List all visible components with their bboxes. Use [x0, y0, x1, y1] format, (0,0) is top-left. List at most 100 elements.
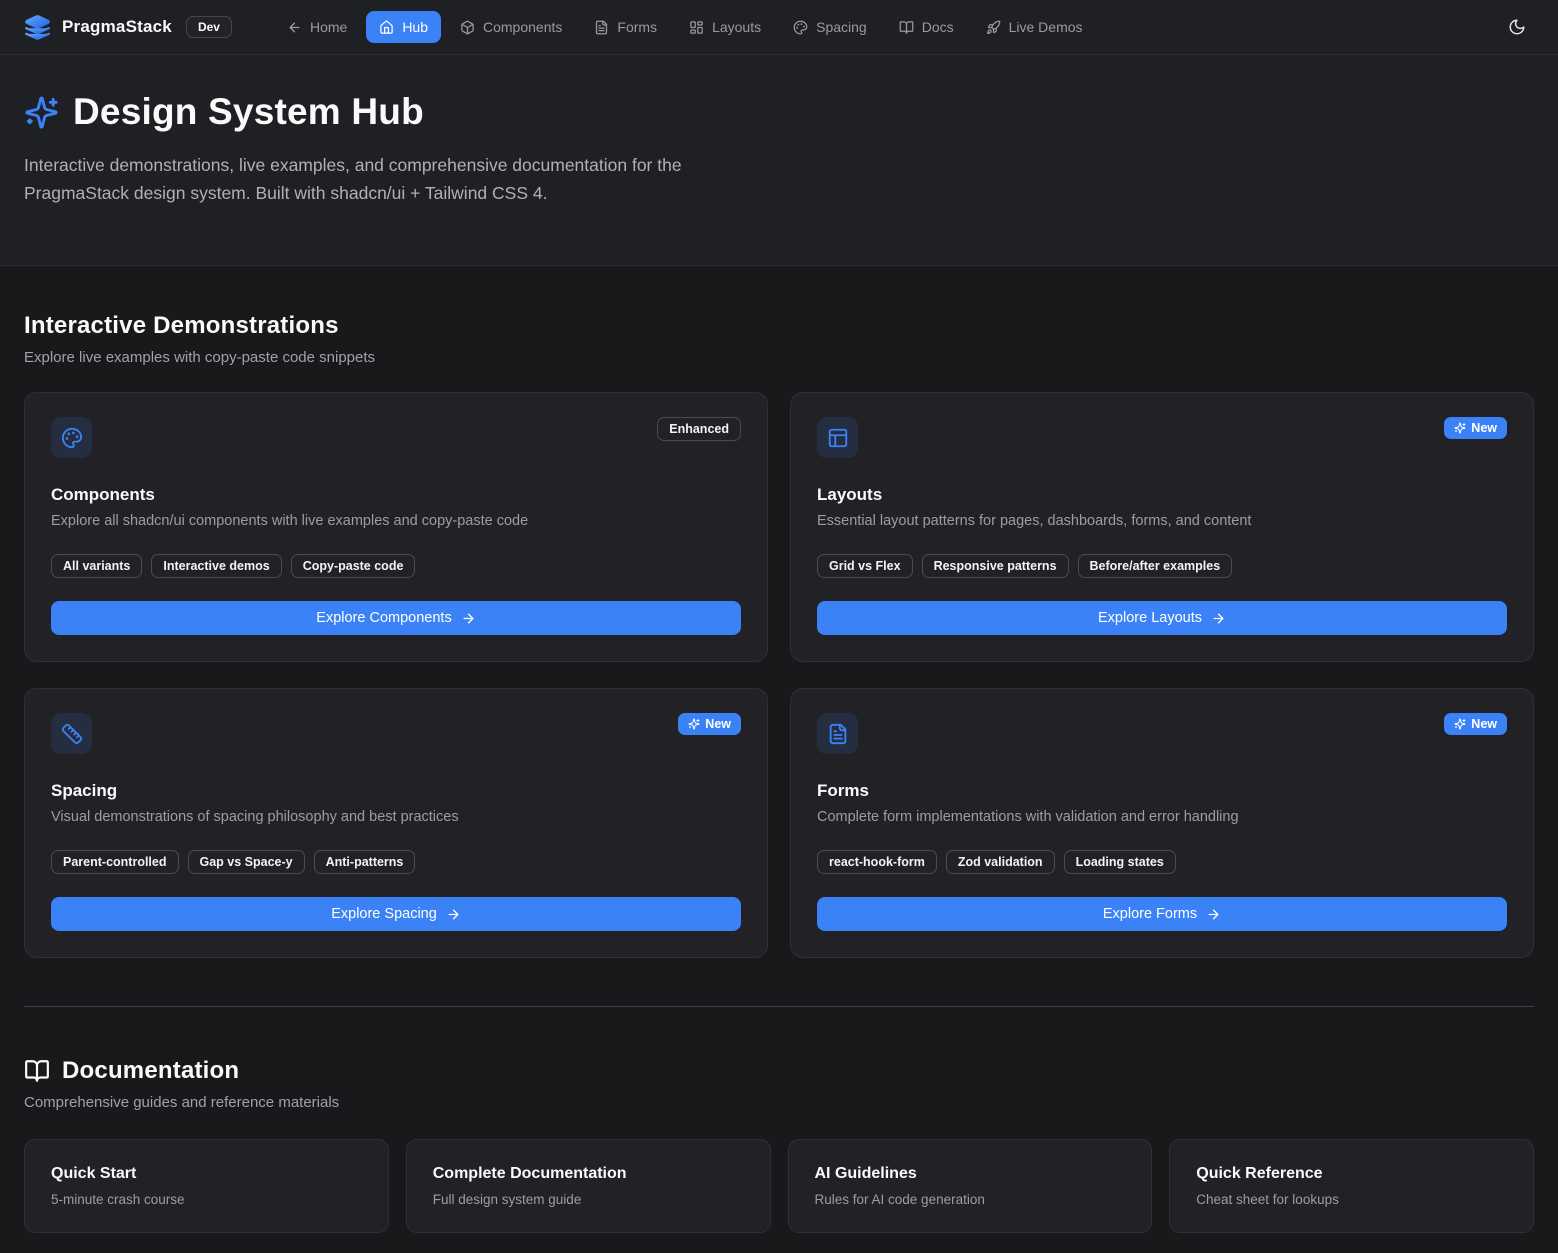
- page-title: Design System Hub: [73, 91, 424, 133]
- nav-item-hub[interactable]: Hub: [366, 11, 441, 43]
- arrow-right-icon: [446, 907, 461, 922]
- ruler-icon: [51, 713, 92, 754]
- card-title: Layouts: [817, 485, 1507, 505]
- brand-name: PragmaStack: [62, 17, 172, 37]
- theme-toggle-button[interactable]: [1500, 10, 1534, 44]
- button-label: Explore Forms: [1103, 906, 1197, 922]
- doc-card-quick-start[interactable]: Quick Start 5-minute crash course: [24, 1139, 389, 1233]
- badge-label: New: [705, 717, 731, 731]
- documentation-subheading: Comprehensive guides and reference mater…: [24, 1094, 1534, 1111]
- badge-label: New: [1471, 421, 1497, 435]
- tag-row: react-hook-form Zod validation Loading s…: [817, 850, 1507, 874]
- tag: Before/after examples: [1078, 554, 1233, 578]
- demo-card-components: Enhanced Components Explore all shadcn/u…: [24, 392, 768, 662]
- top-navbar: PragmaStack Dev Home Hub Components Form…: [0, 0, 1558, 55]
- doc-card-description: Full design system guide: [433, 1192, 744, 1207]
- doc-card-ai-guidelines[interactable]: AI Guidelines Rules for AI code generati…: [788, 1139, 1153, 1233]
- nav-label: Hub: [402, 19, 428, 35]
- doc-card-description: 5-minute crash course: [51, 1192, 362, 1207]
- hero-section: Design System Hub Interactive demonstrat…: [0, 55, 1558, 266]
- nav-label: Home: [310, 19, 347, 35]
- doc-card-title: Quick Start: [51, 1165, 362, 1183]
- new-badge: New: [1444, 417, 1507, 439]
- doc-card-grid: Quick Start 5-minute crash course Comple…: [24, 1139, 1534, 1253]
- arrow-right-icon: [461, 611, 476, 626]
- button-label: Explore Components: [316, 610, 451, 626]
- panels-top-left-icon: [817, 417, 858, 458]
- tag: Copy-paste code: [291, 554, 416, 578]
- env-badge: Dev: [186, 16, 232, 38]
- nav-label: Spacing: [816, 19, 867, 35]
- package-icon: [460, 20, 475, 35]
- explore-components-button[interactable]: Explore Components: [51, 601, 741, 635]
- doc-card-title: Complete Documentation: [433, 1165, 744, 1183]
- nav-label: Live Demos: [1009, 19, 1083, 35]
- sparkles-icon: [688, 718, 700, 730]
- page-description: Interactive demonstrations, live example…: [24, 151, 769, 207]
- arrow-right-icon: [1211, 611, 1226, 626]
- doc-card-description: Rules for AI code generation: [815, 1192, 1126, 1207]
- demo-card-grid: Enhanced Components Explore all shadcn/u…: [24, 392, 1534, 958]
- tag-row: Grid vs Flex Responsive patterns Before/…: [817, 554, 1507, 578]
- book-open-icon: [24, 1058, 50, 1084]
- card-title: Components: [51, 485, 741, 505]
- nav-item-components[interactable]: Components: [447, 11, 575, 43]
- tag: Loading states: [1064, 850, 1176, 874]
- doc-card-quick-reference[interactable]: Quick Reference Cheat sheet for lookups: [1169, 1139, 1534, 1233]
- file-text-icon: [817, 713, 858, 754]
- explore-spacing-button[interactable]: Explore Spacing: [51, 897, 741, 931]
- tag: Responsive patterns: [922, 554, 1069, 578]
- tag: Interactive demos: [151, 554, 281, 578]
- main-content: Interactive Demonstrations Explore live …: [0, 266, 1558, 1253]
- moon-icon: [1508, 18, 1526, 36]
- new-badge: New: [1444, 713, 1507, 735]
- house-icon: [379, 20, 394, 35]
- card-description: Explore all shadcn/ui components with li…: [51, 513, 741, 529]
- demo-card-layouts: New Layouts Essential layout patterns fo…: [790, 392, 1534, 662]
- nav-label: Layouts: [712, 19, 761, 35]
- tag-row: All variants Interactive demos Copy-past…: [51, 554, 741, 578]
- card-description: Essential layout patterns for pages, das…: [817, 513, 1507, 529]
- main-nav: Home Hub Components Forms Layouts Spacin…: [274, 11, 1096, 43]
- doc-card-description: Cheat sheet for lookups: [1196, 1192, 1507, 1207]
- demos-heading: Interactive Demonstrations: [24, 312, 1534, 340]
- demo-card-spacing: New Spacing Visual demonstrations of spa…: [24, 688, 768, 958]
- status-badge: Enhanced: [657, 417, 741, 441]
- button-label: Explore Layouts: [1098, 610, 1202, 626]
- sparkles-icon: [24, 95, 59, 130]
- nav-item-home[interactable]: Home: [274, 11, 360, 43]
- nav-item-spacing[interactable]: Spacing: [780, 11, 880, 43]
- nav-item-live-demos[interactable]: Live Demos: [973, 11, 1096, 43]
- tag: Anti-patterns: [314, 850, 416, 874]
- demos-subheading: Explore live examples with copy-paste co…: [24, 349, 1534, 366]
- doc-card-title: AI Guidelines: [815, 1165, 1126, 1183]
- nav-item-layouts[interactable]: Layouts: [676, 11, 774, 43]
- tag: Gap vs Space-y: [188, 850, 305, 874]
- arrow-left-icon: [287, 20, 302, 35]
- doc-card-title: Quick Reference: [1196, 1165, 1507, 1183]
- card-description: Visual demonstrations of spacing philoso…: [51, 809, 741, 825]
- nav-label: Docs: [922, 19, 954, 35]
- tag: Grid vs Flex: [817, 554, 913, 578]
- button-label: Explore Spacing: [331, 906, 437, 922]
- brand[interactable]: PragmaStack: [24, 14, 172, 41]
- explore-layouts-button[interactable]: Explore Layouts: [817, 601, 1507, 635]
- demo-card-forms: New Forms Complete form implementations …: [790, 688, 1534, 958]
- card-description: Complete form implementations with valid…: [817, 809, 1507, 825]
- card-title: Spacing: [51, 781, 741, 801]
- layout-dashboard-icon: [689, 20, 704, 35]
- explore-forms-button[interactable]: Explore Forms: [817, 897, 1507, 931]
- doc-card-complete-documentation[interactable]: Complete Documentation Full design syste…: [406, 1139, 771, 1233]
- nav-item-forms[interactable]: Forms: [581, 11, 670, 43]
- nav-item-docs[interactable]: Docs: [886, 11, 967, 43]
- sparkles-icon: [1454, 718, 1466, 730]
- badge-label: New: [1471, 717, 1497, 731]
- book-open-icon: [899, 20, 914, 35]
- layers-logo-icon: [24, 14, 51, 41]
- arrow-right-icon: [1206, 907, 1221, 922]
- nav-label: Forms: [617, 19, 657, 35]
- tag: All variants: [51, 554, 142, 578]
- tag-row: Parent-controlled Gap vs Space-y Anti-pa…: [51, 850, 741, 874]
- nav-label: Components: [483, 19, 562, 35]
- new-badge: New: [678, 713, 741, 735]
